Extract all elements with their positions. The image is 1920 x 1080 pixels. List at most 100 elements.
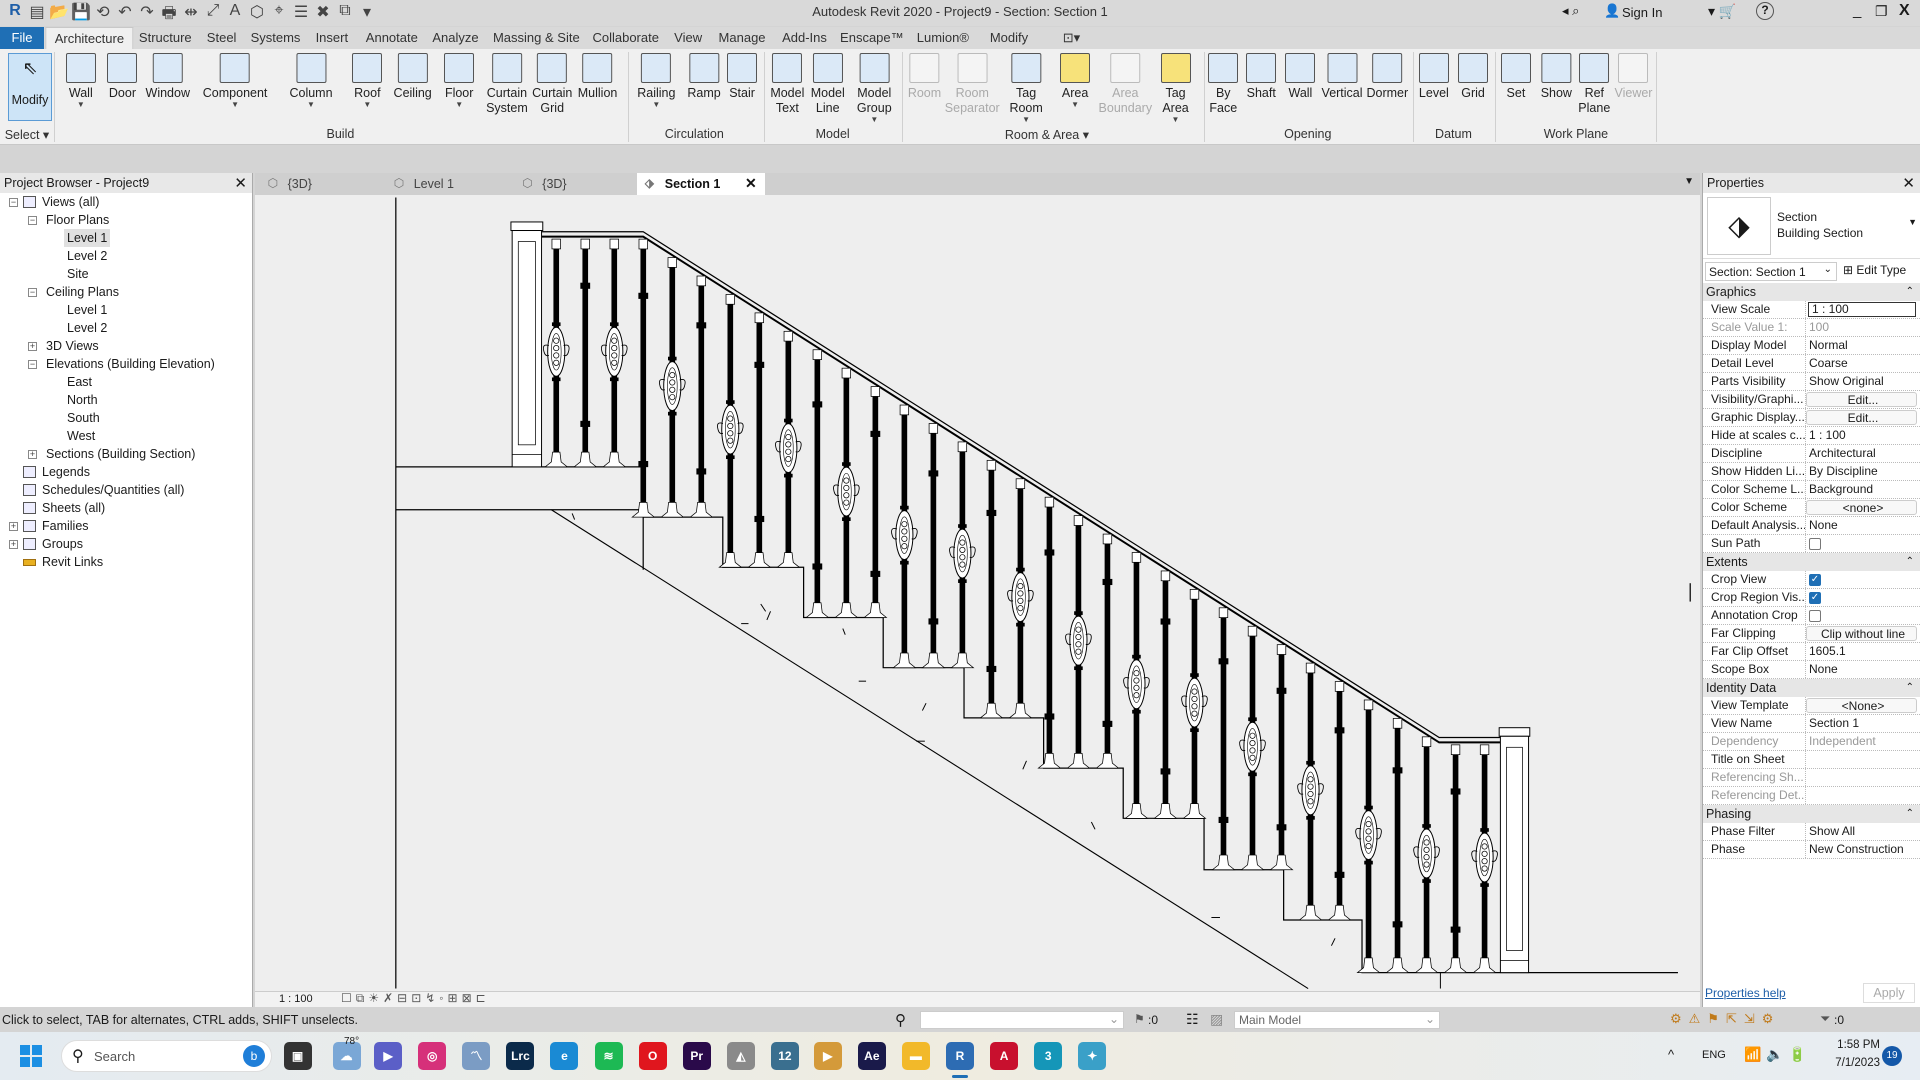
property-value[interactable]: Edit...: [1806, 410, 1917, 425]
property-value[interactable]: Coarse: [1806, 355, 1920, 372]
file-explorer-icon[interactable]: ▬: [901, 1042, 930, 1070]
tree-item[interactable]: Level 1: [64, 229, 111, 247]
property-group-graphics[interactable]: Graphics ⌃: [1703, 283, 1920, 301]
property-value[interactable]: Architectural: [1806, 445, 1920, 462]
tab-modify[interactable]: Modify: [990, 30, 1028, 45]
property-value[interactable]: None: [1806, 517, 1920, 534]
tree-item[interactable]: Families: [42, 517, 89, 535]
property-value[interactable]: Clip without line: [1806, 626, 1917, 641]
properties-help-link[interactable]: Properties help: [1705, 986, 1786, 1000]
property-value[interactable]: Show Original: [1806, 373, 1920, 390]
apply-button[interactable]: Apply: [1863, 983, 1915, 1003]
property-value[interactable]: Section 1: [1806, 715, 1920, 732]
view-tab-section1[interactable]: ⬗ Section 1 ✕: [636, 173, 765, 195]
panel-label[interactable]: Room & Area ▾: [1005, 127, 1089, 142]
teams-icon[interactable]: ▶: [374, 1042, 403, 1070]
property-value[interactable]: <None>: [1806, 698, 1917, 713]
tree-item[interactable]: Schedules/Quantities (all): [42, 481, 184, 499]
close-button[interactable]: X: [1899, 2, 1910, 20]
tab-manage[interactable]: Manage: [719, 30, 766, 45]
clock-date[interactable]: 7/1/2023: [1828, 1057, 1880, 1069]
exclude-options-icon[interactable]: ▨: [1210, 1011, 1223, 1028]
tree-item[interactable]: Level 1: [67, 301, 107, 319]
windows-start-icon[interactable]: [20, 1045, 42, 1067]
revit12-icon[interactable]: 12: [770, 1042, 799, 1070]
show-button[interactable]: Show: [1541, 53, 1572, 101]
tab--[interactable]: ⊡▾: [1063, 30, 1080, 46]
tree-item[interactable]: Sheets (all): [42, 499, 105, 517]
edge-icon[interactable]: e: [550, 1042, 579, 1070]
show-hidden-icons[interactable]: ^: [1668, 1047, 1674, 1062]
filter-icon[interactable]: ⏷: [1820, 1011, 1830, 1027]
tree-item[interactable]: Sections (Building Section): [46, 445, 195, 463]
floor-button[interactable]: Floor ▼: [444, 53, 475, 109]
premiere-icon[interactable]: Pr: [682, 1042, 711, 1070]
ramp-button[interactable]: Ramp: [687, 53, 721, 101]
tabs-dropdown-icon[interactable]: ▼: [1684, 176, 1694, 187]
property-value[interactable]: Normal: [1806, 337, 1920, 354]
wall-button[interactable]: Wall: [1285, 53, 1316, 101]
property-value[interactable]: <none>: [1806, 500, 1917, 515]
dormer-button[interactable]: Dormer: [1367, 53, 1408, 101]
tab-architecture[interactable]: Architecture: [45, 27, 134, 49]
tree-item[interactable]: Legends: [42, 463, 90, 481]
model-line-button[interactable]: Model Line: [811, 53, 845, 116]
clock-time[interactable]: 1:58 PM: [1828, 1039, 1880, 1051]
property-value[interactable]: [1806, 535, 1920, 552]
column-button[interactable]: Column ▼: [289, 53, 333, 109]
panel-label[interactable]: Select ▾: [5, 127, 50, 142]
tab-structure[interactable]: Structure: [139, 30, 192, 45]
restore-button[interactable]: ❐: [1875, 3, 1888, 20]
view-tab-3d[interactable]: ⬡ {3D}: [260, 173, 378, 195]
expand-icon[interactable]: +: [28, 342, 37, 351]
task-view-icon[interactable]: ▣: [283, 1042, 312, 1070]
app-globe-icon[interactable]: ✦: [1078, 1042, 1107, 1070]
property-group-identity-data[interactable]: Identity Data ⌃: [1703, 679, 1920, 697]
checkbox[interactable]: [1809, 538, 1821, 550]
stair-button[interactable]: Stair: [727, 53, 758, 101]
lightroom-icon[interactable]: Lrc: [506, 1042, 535, 1070]
ceiling-button[interactable]: Ceiling: [394, 53, 432, 101]
autocad-icon[interactable]: A: [990, 1042, 1019, 1070]
tab-enscape-[interactable]: Enscape™: [840, 30, 904, 45]
property-value[interactable]: New Construction: [1806, 841, 1920, 858]
tree-item[interactable]: Site: [67, 265, 89, 283]
expand-icon[interactable]: +: [9, 522, 18, 531]
expand-icon[interactable]: +: [9, 540, 18, 549]
grid-button[interactable]: Grid: [1458, 53, 1489, 101]
collapse-chevron-icon[interactable]: ⌃: [1906, 283, 1914, 301]
taskbar-search[interactable]: ⚲ Search b: [61, 1040, 272, 1072]
checkbox[interactable]: ✓: [1809, 574, 1821, 586]
edit-type-button[interactable]: ⊞ Edit Type: [1843, 263, 1906, 277]
3ds-max-icon[interactable]: 3: [1034, 1042, 1063, 1070]
view-control-icons[interactable]: ☐⧉☀✗⊟⊡↯◦⊞⊠⊏: [341, 991, 490, 1006]
worksets-icon[interactable]: ⚲: [895, 1011, 906, 1029]
tag-room-button[interactable]: Tag Room ▼: [1009, 53, 1043, 124]
level-button[interactable]: Level: [1418, 53, 1449, 101]
tab-collaborate[interactable]: Collaborate: [592, 30, 659, 45]
notification-badge[interactable]: 19: [1882, 1046, 1902, 1066]
tab-systems[interactable]: Systems: [251, 30, 301, 45]
property-value[interactable]: None: [1806, 661, 1920, 678]
tree-item[interactable]: Elevations (Building Elevation): [46, 355, 215, 373]
instagram-icon[interactable]: ◎: [418, 1042, 447, 1070]
property-group-phasing[interactable]: Phasing ⌃: [1703, 805, 1920, 823]
collapse-icon[interactable]: −: [28, 216, 37, 225]
model-text-button[interactable]: Model Text: [770, 53, 804, 116]
view-tab-3d[interactable]: ⬡ {3D}: [514, 173, 632, 195]
area-button[interactable]: Area ▼: [1060, 53, 1091, 109]
monitor-icon[interactable]: 〽: [462, 1042, 491, 1070]
checkbox[interactable]: [1809, 610, 1821, 622]
media-player-icon[interactable]: ▶: [813, 1042, 842, 1070]
language-indicator[interactable]: ENG: [1702, 1049, 1726, 1061]
expand-icon[interactable]: +: [28, 450, 37, 459]
collapse-icon[interactable]: −: [9, 198, 18, 207]
tree-item[interactable]: South: [67, 409, 100, 427]
collapse-icon[interactable]: −: [28, 360, 37, 369]
tree-item[interactable]: Level 2: [67, 319, 107, 337]
infocenter-search-icon[interactable]: ◂ ⌕: [1562, 3, 1579, 19]
roof-button[interactable]: Roof ▼: [352, 53, 383, 109]
property-value[interactable]: [1806, 751, 1920, 768]
workset-dropdown[interactable]: ⌄: [920, 1011, 1124, 1029]
component-button[interactable]: Component ▼: [203, 53, 267, 109]
